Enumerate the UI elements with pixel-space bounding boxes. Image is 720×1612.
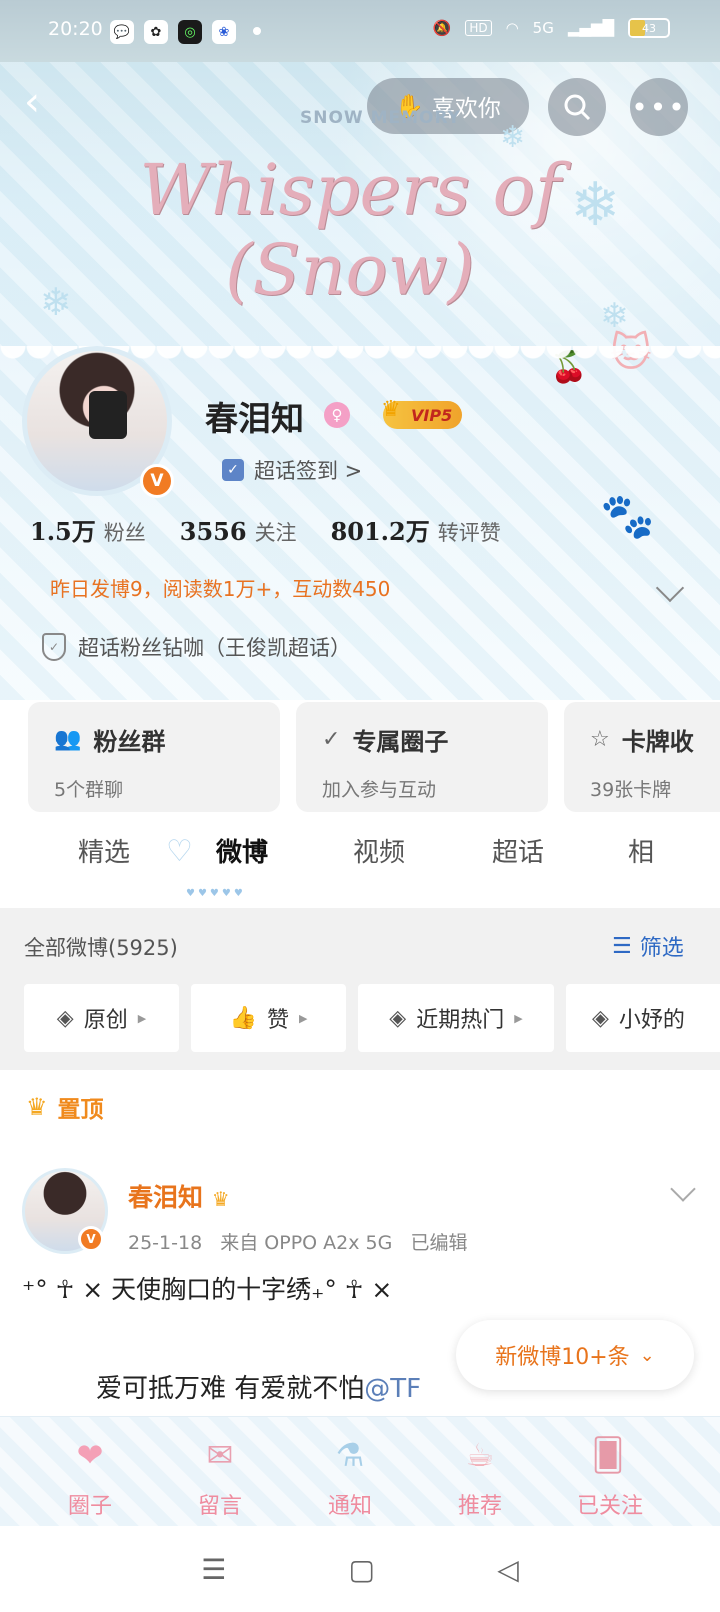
filter-icon: ☰ bbox=[612, 933, 632, 959]
battery-icon: 43 bbox=[628, 18, 670, 38]
post-text-line: ⁺° ☥ × 天使胸口的十字绣₊° ☥ × bbox=[22, 1275, 393, 1304]
nav-following[interactable]: 已关注 bbox=[560, 1488, 660, 1520]
card-exclusive-circle[interactable]: ✓ 专属圈子 加入参与互动 bbox=[296, 702, 548, 812]
stat-following[interactable]: 3556 关注 bbox=[180, 517, 297, 547]
filter-button[interactable]: ☰ 筛选 bbox=[612, 930, 684, 962]
snowflake-icon: ❄ bbox=[570, 170, 621, 240]
nav-circle[interactable]: 圈子 bbox=[40, 1488, 140, 1520]
post-text-line: 爱可抵万难 有爱就不怕@TF bbox=[96, 1374, 422, 1404]
card-collection[interactable]: ☆ 卡牌收 39张卡牌 bbox=[564, 702, 720, 812]
supertopic-checkin[interactable]: ✓ 超话签到 > bbox=[222, 455, 362, 485]
dot-icon bbox=[253, 27, 261, 35]
stat-followers[interactable]: 1.5万 粉丝 bbox=[30, 512, 146, 547]
paw-sticker: 🐾 bbox=[600, 491, 655, 542]
crown-icon: ♛ bbox=[381, 397, 401, 422]
chip-liked[interactable]: 👍 赞 ▶ bbox=[191, 984, 346, 1052]
app-icon: ◎ bbox=[178, 20, 202, 44]
tab-album[interactable]: 相 bbox=[628, 832, 654, 869]
home-square-icon[interactable]: ▢ bbox=[349, 1553, 375, 1586]
circle-icon: ✓ bbox=[322, 727, 341, 752]
tab-weibo[interactable]: 微博 bbox=[216, 832, 268, 869]
banner-title: Whispers of (Snow) bbox=[139, 149, 561, 311]
hd-label: HD bbox=[465, 20, 492, 36]
layers-icon: ◈ bbox=[389, 1005, 407, 1031]
crown-icon: ♛ bbox=[211, 1187, 230, 1211]
caret-right-icon: ▶ bbox=[298, 1011, 308, 1025]
back-icon[interactable]: ‹ bbox=[24, 82, 64, 124]
chip-original[interactable]: ◈ 原创 ▶ bbox=[24, 984, 179, 1052]
heart-icon: ❤ bbox=[76, 1436, 104, 1474]
card-icon: ☆ bbox=[590, 727, 610, 752]
username: 春泪知 bbox=[205, 399, 304, 438]
snowflake-icon: ❄ bbox=[40, 280, 72, 324]
card-fan-group[interactable]: 👥 粉丝群 5个群聊 bbox=[28, 702, 280, 812]
tab-supertopic[interactable]: 超话 bbox=[492, 832, 544, 869]
group-icon: 👥 bbox=[54, 727, 82, 752]
caret-right-icon: ▶ bbox=[514, 1011, 523, 1025]
more-button[interactable]: ••• bbox=[630, 78, 688, 136]
tab-indicator: ♥♥♥♥♥ bbox=[186, 888, 246, 899]
status-indicators: 🔕 HD ◠ 5G ▂▄▆█ 43 bbox=[433, 18, 670, 38]
calendar-check-icon: ✓ bbox=[222, 459, 244, 481]
heart-icon: ♡ bbox=[166, 834, 193, 869]
post-meta: 25-1-18 来自 OPPO A2x 5G 已编辑 bbox=[128, 1232, 468, 1254]
search-button[interactable] bbox=[548, 78, 606, 136]
wifi-icon: ◠ bbox=[505, 19, 519, 37]
chevron-down-icon[interactable] bbox=[670, 1176, 696, 1202]
layers-icon: ◈ bbox=[56, 1005, 74, 1031]
vip-badge[interactable]: ♛ VIP5 bbox=[381, 397, 463, 429]
caret-right-icon: ▶ bbox=[137, 1011, 147, 1025]
nav-recommend[interactable]: 推荐 bbox=[430, 1488, 530, 1520]
pinned-label: ♛ 置顶 bbox=[26, 1093, 104, 1123]
nav-notifications[interactable]: 通知 bbox=[300, 1488, 400, 1520]
snowflake-icon: ❄ bbox=[500, 120, 526, 155]
crown-icon: ♛ bbox=[26, 1093, 48, 1121]
status-time: 20:20 bbox=[48, 18, 103, 40]
banner-subtitle: SNOW MEMORY bbox=[300, 108, 461, 128]
menu-icon[interactable]: ☰ bbox=[201, 1553, 226, 1586]
search-icon bbox=[564, 94, 591, 121]
profile-stats: 1.5万 粉丝 3556 关注 801.2万 转评赞 bbox=[30, 512, 501, 547]
stat-reposts-comments-likes[interactable]: 801.2万 转评赞 bbox=[331, 512, 501, 547]
female-icon: ♀ bbox=[324, 402, 350, 428]
fan-badge[interactable]: ✓ 超话粉丝钻咖（王俊凯超话） bbox=[42, 632, 351, 662]
cup-icon: ☕ bbox=[465, 1436, 495, 1474]
baidu-icon: ❀ bbox=[212, 20, 236, 44]
more-icon: ••• bbox=[631, 90, 687, 124]
layers-icon: ◈ bbox=[592, 1005, 609, 1031]
double-chevron-down-icon: ⌄ bbox=[639, 1344, 655, 1366]
network-label: 5G bbox=[532, 19, 554, 37]
new-posts-button[interactable]: 新微博10+条 ⌄ bbox=[456, 1320, 694, 1390]
tab-featured[interactable]: 精选 bbox=[78, 832, 130, 869]
bell-icon: ⚗ bbox=[335, 1436, 365, 1474]
back-triangle-icon[interactable]: ◁ bbox=[497, 1553, 519, 1586]
shield-icon: ✓ bbox=[42, 633, 66, 661]
camera-shape bbox=[89, 391, 127, 439]
nav-messages[interactable]: 留言 bbox=[170, 1488, 270, 1520]
daily-summary: 昨日发博9，阅读数1万+，互动数450 bbox=[50, 577, 391, 601]
chip-custom[interactable]: ◈ 小妤的 bbox=[566, 984, 720, 1052]
all-weibo-count: 全部微博(5925) bbox=[24, 936, 178, 960]
chip-recent-hot[interactable]: ◈ 近期热门 ▶ bbox=[358, 984, 554, 1052]
system-nav-bar: ☰ ▢ ◁ bbox=[0, 1526, 720, 1612]
thumb-up-icon: 👍 bbox=[229, 1005, 257, 1031]
mute-icon: 🔕 bbox=[432, 19, 452, 37]
verified-badge-icon: V bbox=[78, 1226, 104, 1252]
app-icon: ✿ bbox=[144, 20, 168, 44]
post-author[interactable]: 春泪知 ♛ bbox=[128, 1178, 230, 1214]
card-icon: 🂠 bbox=[591, 1436, 625, 1474]
signal-icon: ▂▄▆█ bbox=[567, 19, 614, 37]
wechat-icon: 💬 bbox=[110, 20, 134, 44]
envelope-icon: ✉ bbox=[206, 1436, 234, 1474]
mention-link[interactable]: @TF bbox=[364, 1374, 421, 1404]
tab-video[interactable]: 视频 bbox=[353, 832, 405, 869]
verified-badge-icon: V bbox=[140, 464, 174, 498]
